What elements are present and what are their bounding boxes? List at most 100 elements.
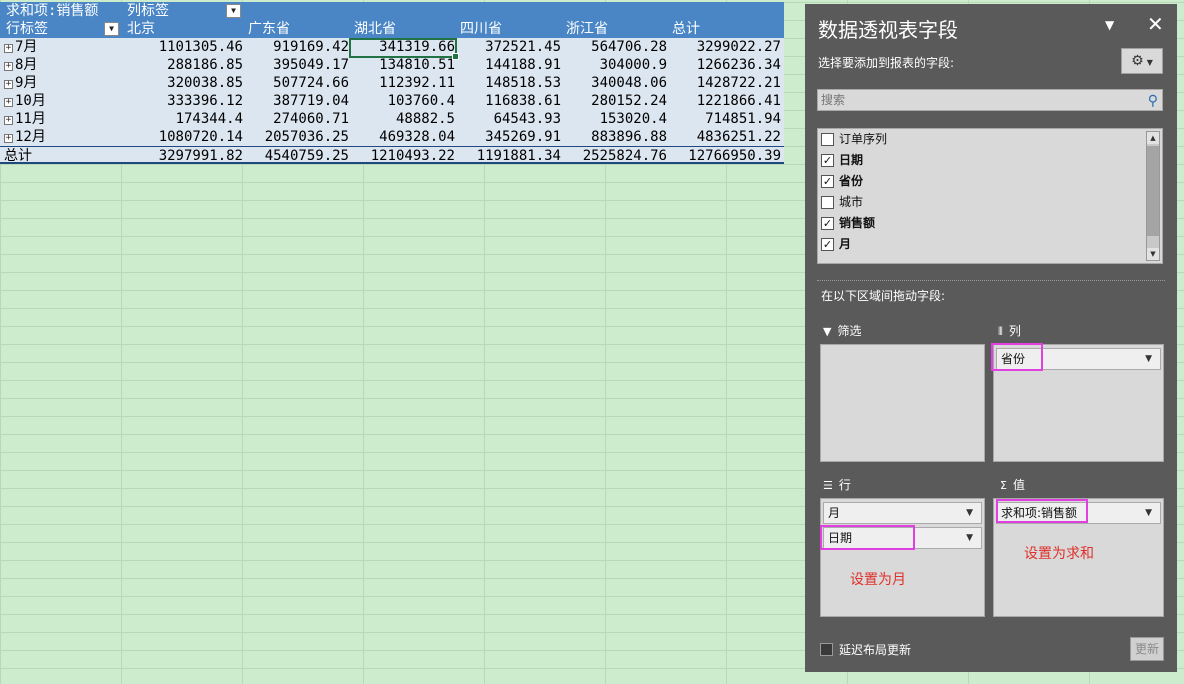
value-cell[interactable]: 48882.5 bbox=[349, 110, 455, 128]
column-filter-dropdown-icon[interactable]: ▼ bbox=[226, 4, 241, 18]
value-cell[interactable]: 395049.17 bbox=[243, 56, 349, 74]
value-cell[interactable]: 280152.24 bbox=[561, 92, 667, 110]
row-label-cell[interactable]: +12月 bbox=[0, 128, 46, 146]
rows-drop-area[interactable]: 月 ▼ 日期 ▼ 设置为月 bbox=[820, 498, 985, 617]
value-cell[interactable]: 116838.61 bbox=[455, 92, 561, 110]
value-cell[interactable]: 174344.4 bbox=[127, 110, 243, 128]
scroll-down-icon[interactable]: ▼ bbox=[1147, 248, 1159, 260]
value-cell[interactable]: 3299022.27 bbox=[667, 38, 781, 56]
value-cell[interactable]: 919169.42 bbox=[243, 38, 349, 56]
value-cell[interactable]: 144188.91 bbox=[455, 56, 561, 74]
value-cell[interactable]: 112392.11 bbox=[349, 74, 455, 92]
value-cell[interactable]: 64543.93 bbox=[455, 110, 561, 128]
checked-checkbox[interactable]: ✓ bbox=[821, 175, 834, 188]
row-label-cell[interactable]: +9月 bbox=[0, 74, 37, 92]
field-items: 订单序列 ✓ 日期 ✓ 省份 城市 ✓ 销售额 ✓ 月 bbox=[818, 129, 1162, 255]
row-label-cell[interactable]: +11月 bbox=[0, 110, 46, 128]
value-cell[interactable]: 274060.71 bbox=[243, 110, 349, 128]
grand-total-value[interactable]: 12766950.39 bbox=[667, 147, 781, 165]
scroll-up-icon[interactable]: ▲ bbox=[1147, 132, 1159, 144]
expand-icon[interactable]: + bbox=[4, 98, 13, 107]
value-cell[interactable]: 304000.9 bbox=[561, 56, 667, 74]
value-cell[interactable]: 564706.28 bbox=[561, 38, 667, 56]
search-input[interactable] bbox=[821, 90, 1131, 110]
field-item[interactable]: ✓ 日期 bbox=[818, 150, 1162, 171]
row-label-cell[interactable]: +8月 bbox=[0, 56, 37, 74]
row-label-cell[interactable]: +10月 bbox=[0, 92, 46, 110]
field-item[interactable]: ✓ 销售额 bbox=[818, 213, 1162, 234]
value-field-label[interactable]: 求和项:销售额 bbox=[6, 2, 98, 20]
field-item[interactable]: 城市 bbox=[818, 192, 1162, 213]
column-header-beijing[interactable]: 北京 bbox=[127, 20, 155, 38]
field-item[interactable]: ✓ 月 bbox=[818, 234, 1162, 255]
row-labels-header[interactable]: 行标签 bbox=[6, 20, 48, 38]
checked-checkbox[interactable]: ✓ bbox=[821, 217, 834, 230]
grand-total-value[interactable]: 3297991.82 bbox=[127, 147, 243, 165]
update-button[interactable]: 更新 bbox=[1130, 637, 1164, 661]
value-cell[interactable]: 507724.66 bbox=[243, 74, 349, 92]
value-cell[interactable]: 153020.4 bbox=[561, 110, 667, 128]
scrollbar-thumb[interactable] bbox=[1147, 146, 1159, 236]
field-search-box[interactable]: ⚲ bbox=[817, 89, 1163, 111]
value-cell[interactable]: 4836251.22 bbox=[667, 128, 781, 146]
row-label-cell[interactable]: +7月 bbox=[0, 38, 37, 56]
grand-total-value[interactable]: 1191881.34 bbox=[455, 147, 561, 165]
row-filter-dropdown-icon[interactable]: ▼ bbox=[104, 22, 119, 36]
expand-icon[interactable]: + bbox=[4, 116, 13, 125]
value-cell[interactable]: 372521.45 bbox=[455, 38, 561, 56]
pivot-data-row: +12月 1080720.14 2057036.25 469328.04 345269.… bbox=[0, 128, 784, 146]
grand-total-label[interactable]: 总计 bbox=[4, 147, 32, 165]
grand-total-value[interactable]: 2525824.76 bbox=[561, 147, 667, 165]
expand-icon[interactable]: + bbox=[4, 134, 13, 143]
value-cell[interactable]: 1221866.41 bbox=[667, 92, 781, 110]
value-cell[interactable]: 320038.85 bbox=[127, 74, 243, 92]
chevron-down-icon[interactable]: ▼ bbox=[966, 503, 973, 523]
unchecked-checkbox[interactable] bbox=[821, 133, 834, 146]
field-item[interactable]: ✓ 省份 bbox=[818, 171, 1162, 192]
value-cell[interactable]: 1428722.21 bbox=[667, 74, 781, 92]
expand-icon[interactable]: + bbox=[4, 62, 13, 71]
checked-checkbox[interactable]: ✓ bbox=[821, 154, 834, 167]
value-cell[interactable]: 340048.06 bbox=[561, 74, 667, 92]
value-cell[interactable]: 345269.91 bbox=[455, 128, 561, 146]
expand-icon[interactable]: + bbox=[4, 80, 13, 89]
value-cell[interactable]: 1266236.34 bbox=[667, 56, 781, 74]
field-list-scrollbar[interactable]: ▲ ▼ bbox=[1146, 131, 1160, 261]
column-header-total[interactable]: 总计 bbox=[672, 20, 700, 38]
value-cell[interactable]: 469328.04 bbox=[349, 128, 455, 146]
close-icon[interactable]: ✕ bbox=[1147, 12, 1164, 36]
chevron-down-icon[interactable]: ▼ bbox=[1145, 503, 1152, 523]
value-cell[interactable]: 1101305.46 bbox=[127, 38, 243, 56]
field-item[interactable]: 订单序列 bbox=[818, 129, 1162, 150]
pane-title: 数据透视表字段 bbox=[818, 18, 958, 42]
column-header-guangdong[interactable]: 广东省 bbox=[248, 20, 290, 38]
value-cell[interactable]: 103760.4 bbox=[349, 92, 455, 110]
value-cell[interactable]: 714851.94 bbox=[667, 110, 781, 128]
checked-checkbox[interactable]: ✓ bbox=[821, 238, 834, 251]
chevron-down-icon[interactable]: ▼ bbox=[1145, 349, 1152, 369]
value-cell[interactable]: 387719.04 bbox=[243, 92, 349, 110]
value-cell[interactable]: 883896.88 bbox=[561, 128, 667, 146]
column-header-zhejiang[interactable]: 浙江省 bbox=[566, 20, 608, 38]
unchecked-checkbox[interactable] bbox=[821, 196, 834, 209]
defer-update-checkbox[interactable] bbox=[820, 643, 833, 656]
filter-drop-area[interactable] bbox=[820, 344, 985, 462]
value-cell[interactable]: 288186.85 bbox=[127, 56, 243, 74]
value-cell[interactable]: 333396.12 bbox=[127, 92, 243, 110]
grand-total-value[interactable]: 4540759.25 bbox=[243, 147, 349, 165]
value-cell[interactable]: 1080720.14 bbox=[127, 128, 243, 146]
column-header-sichuan[interactable]: 四川省 bbox=[460, 20, 502, 38]
field-label: 销售额 bbox=[839, 216, 876, 230]
expand-icon[interactable]: + bbox=[4, 44, 13, 53]
pane-options-dropdown-icon[interactable]: ▼ bbox=[1105, 18, 1114, 32]
value-cell[interactable]: 148518.53 bbox=[455, 74, 561, 92]
rows-field-chip[interactable]: 月 ▼ bbox=[823, 502, 982, 524]
chevron-down-icon[interactable]: ▼ bbox=[966, 528, 973, 548]
tools-gear-button[interactable]: ⚙ ▼ bbox=[1121, 48, 1163, 74]
value-cell[interactable]: 134810.51 bbox=[349, 56, 455, 74]
value-cell[interactable]: 2057036.25 bbox=[243, 128, 349, 146]
search-icon[interactable]: ⚲ bbox=[1148, 91, 1158, 111]
column-header-hubei[interactable]: 湖北省 bbox=[354, 20, 396, 38]
column-labels-header[interactable]: 列标签 bbox=[127, 2, 169, 20]
grand-total-value[interactable]: 1210493.22 bbox=[349, 147, 455, 165]
